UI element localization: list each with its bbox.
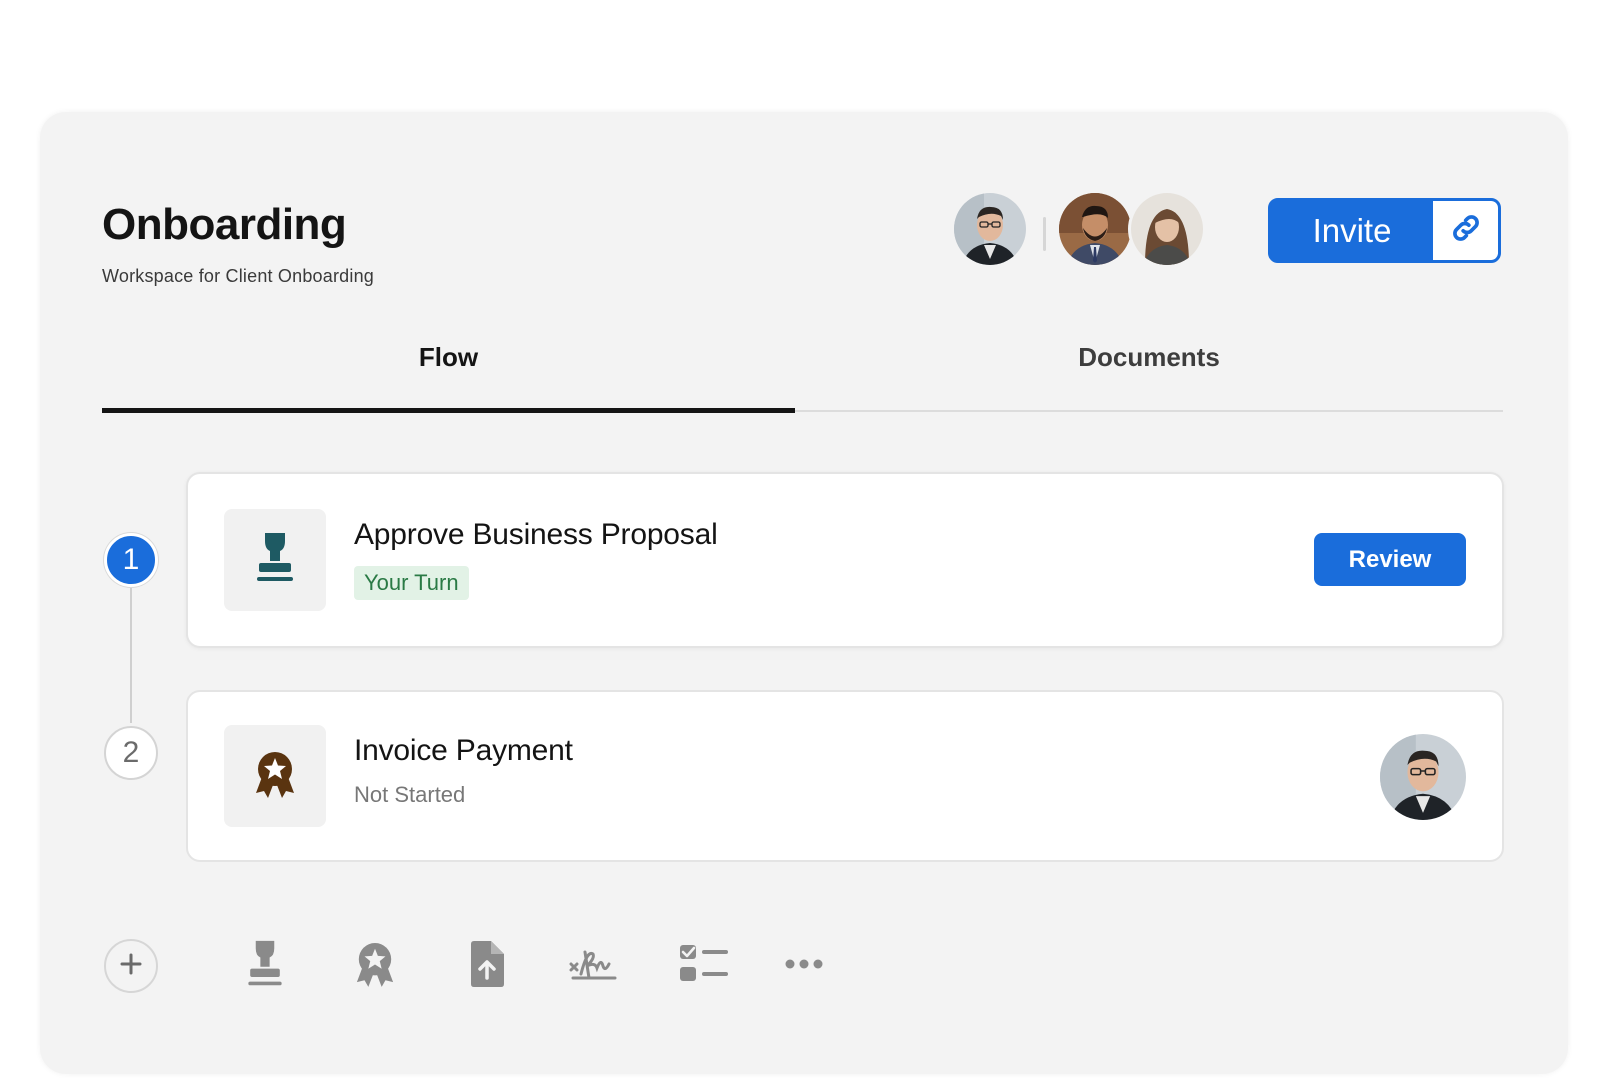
step-title: Invoice Payment bbox=[354, 734, 573, 767]
step-connector bbox=[130, 585, 132, 723]
add-icon bbox=[119, 952, 143, 981]
stamp-icon bbox=[255, 531, 295, 590]
add-step-button[interactable] bbox=[104, 939, 158, 993]
step-icon-tile bbox=[224, 509, 326, 611]
tab-flow[interactable]: Flow bbox=[102, 342, 795, 373]
step-icon-tile bbox=[224, 725, 326, 827]
step-title: Approve Business Proposal bbox=[354, 518, 718, 551]
checklist-icon bbox=[679, 943, 729, 990]
tab-documents[interactable]: Documents bbox=[795, 342, 1503, 373]
file-upload-icon bbox=[467, 940, 505, 993]
page-title: Onboarding bbox=[102, 200, 347, 249]
add-checklist-step-button[interactable] bbox=[679, 940, 729, 992]
add-signature-step-button[interactable] bbox=[568, 940, 618, 992]
more-options-button[interactable] bbox=[779, 940, 829, 992]
status-text: Not Started bbox=[354, 782, 466, 807]
step-number-2: 2 bbox=[104, 726, 158, 780]
link-icon bbox=[1449, 211, 1483, 250]
invite-button-group: Invite bbox=[1268, 198, 1501, 263]
step-card-approve-proposal[interactable]: Approve Business Proposal Your Turn Revi… bbox=[186, 472, 1504, 648]
award-badge-icon bbox=[254, 749, 296, 804]
review-button[interactable]: Review bbox=[1314, 533, 1466, 586]
step-card-invoice-payment[interactable]: Invoice Payment Not Started bbox=[186, 690, 1504, 862]
avatar[interactable] bbox=[951, 190, 1029, 268]
active-tab-indicator bbox=[102, 408, 795, 413]
page-subtitle: Workspace for Client Onboarding bbox=[102, 266, 374, 286]
avatar-separator bbox=[1043, 217, 1046, 251]
avatar[interactable] bbox=[1056, 190, 1134, 268]
more-icon bbox=[784, 957, 824, 975]
signature-icon bbox=[569, 944, 617, 989]
step-number-1: 1 bbox=[104, 533, 158, 587]
avatar[interactable] bbox=[1128, 190, 1206, 268]
add-award-step-button[interactable] bbox=[350, 940, 400, 992]
stamp-icon bbox=[246, 939, 284, 994]
copy-link-button[interactable] bbox=[1433, 201, 1498, 260]
status-badge: Your Turn bbox=[354, 566, 469, 600]
add-stamp-step-button[interactable] bbox=[240, 940, 290, 992]
award-badge-icon bbox=[355, 940, 395, 993]
add-upload-step-button[interactable] bbox=[461, 940, 511, 992]
invite-button[interactable]: Invite bbox=[1271, 201, 1433, 260]
assignee-avatar[interactable] bbox=[1380, 734, 1466, 820]
